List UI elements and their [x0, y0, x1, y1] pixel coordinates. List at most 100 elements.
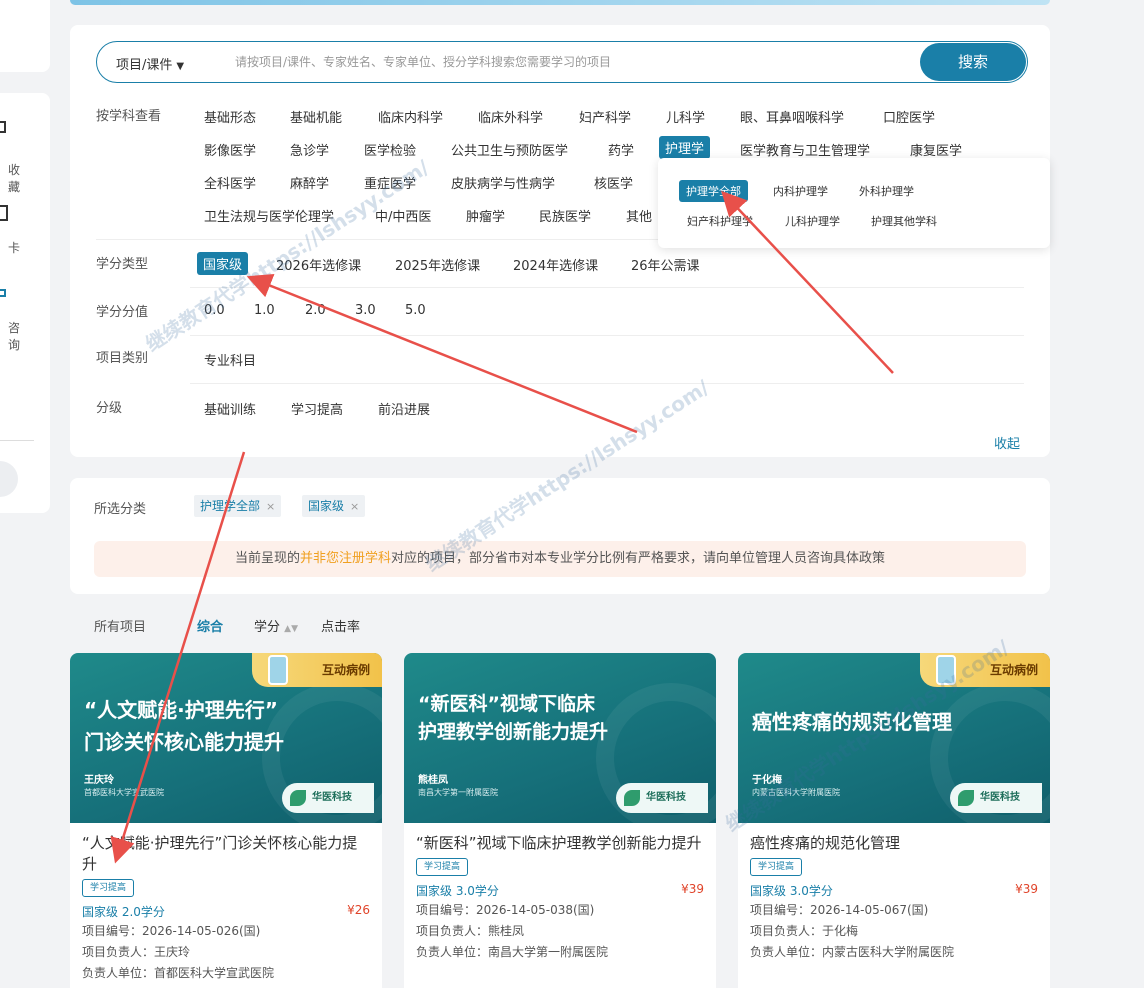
level-option[interactable]: 基础训练	[204, 399, 256, 418]
subject-option[interactable]: 急诊学	[290, 140, 329, 159]
subject-option[interactable]: 医学教育与卫生管理学	[740, 140, 870, 159]
subcategory-option[interactable]: 妇产科护理学	[687, 213, 753, 229]
subcategory-option[interactable]: 外科护理学	[859, 183, 914, 199]
search-bar: 项目/课件▼ 搜索	[96, 41, 1028, 83]
subject-option[interactable]: 核医学	[594, 173, 633, 192]
course-code: 项目编号：2026-14-05-067(国)	[750, 903, 929, 917]
subject-option[interactable]: 儿科学	[666, 107, 705, 126]
level-label: 分级	[96, 401, 123, 416]
cover-unit: 内蒙古医科大学附属医院	[752, 788, 840, 797]
subcategory-option-active[interactable]: 护理学全部	[679, 180, 748, 202]
course-title[interactable]: 癌性疼痛的规范化管理	[750, 833, 1038, 854]
course-title[interactable]: “人文赋能·护理先行”门诊关怀核心能力提升	[82, 833, 370, 875]
subject-option[interactable]: 全科医学	[204, 173, 256, 192]
project-category-option[interactable]: 专业科目	[204, 350, 256, 369]
credit-type-option[interactable]: 26年公需课	[631, 255, 700, 274]
course-unit: 负责人单位：内蒙古医科大学附属医院	[750, 945, 955, 959]
cover-title: 护理教学创新能力提升	[418, 721, 609, 743]
credit-value-option[interactable]: 1.0	[254, 303, 275, 318]
consult-link[interactable]: 咨询	[0, 319, 20, 353]
close-icon[interactable]: ×	[350, 500, 359, 513]
course-card[interactable]: “新医科”视域下临床 护理教学创新能力提升 熊桂凤 南昌大学第一附属医院 华医科…	[404, 653, 716, 988]
subject-option[interactable]: 康复医学	[910, 140, 962, 159]
credit-type-option[interactable]: 2024年选修课	[513, 255, 598, 274]
close-icon[interactable]: ×	[266, 500, 275, 513]
search-button[interactable]: 搜索	[920, 43, 1026, 81]
side-divider	[0, 440, 34, 441]
credit-type-option[interactable]: 2026年选修课	[276, 255, 361, 274]
chevron-icon[interactable]	[0, 121, 6, 133]
level-tag: 学习提高	[750, 858, 803, 876]
subject-option[interactable]: 其他	[626, 206, 652, 225]
credit-value-option[interactable]: 2.0	[305, 303, 326, 318]
subject-option[interactable]: 眼、耳鼻咽喉科学	[740, 107, 844, 126]
cover-expert: 于化梅	[752, 775, 782, 786]
top-banner	[70, 0, 1050, 5]
brand-logo: 华医科技	[616, 783, 708, 813]
search-input[interactable]	[235, 50, 875, 74]
course-cover-image: 互动病例 癌性疼痛的规范化管理 于化梅 内蒙古医科大学附属医院 华医科技	[738, 653, 1050, 823]
collapse-link[interactable]: 收起	[994, 433, 1020, 452]
course-cover-image: “新医科”视域下临床 护理教学创新能力提升 熊桂凤 南昌大学第一附属医院 华医科…	[404, 653, 716, 823]
sort-option[interactable]: 学分 ▲▼	[254, 616, 298, 635]
interactive-case-badge: 互动病例	[252, 653, 382, 687]
course-code: 项目编号：2026-14-05-038(国)	[416, 903, 595, 917]
project-category-label: 项目类别	[96, 351, 149, 366]
filter-divider	[190, 335, 1024, 336]
credit-value-option[interactable]: 5.0	[405, 303, 426, 318]
subcategory-option[interactable]: 内科护理学	[773, 183, 828, 199]
subject-option[interactable]: 临床外科学	[478, 107, 543, 126]
subject-option[interactable]: 公共卫生与预防医学	[451, 140, 568, 159]
chevron-down-icon: ▼	[176, 61, 185, 72]
subject-option[interactable]: 基础形态	[204, 107, 256, 126]
selected-tag[interactable]: 国家级 ×	[302, 495, 366, 517]
subject-option[interactable]: 药学	[608, 140, 634, 159]
filter-divider	[190, 383, 1024, 384]
subject-option[interactable]: 肿瘤学	[466, 206, 505, 225]
course-unit: 负责人单位：南昌大学第一附属医院	[416, 945, 609, 959]
credit-value-option[interactable]: 0.0	[204, 303, 225, 318]
leaf-icon	[624, 790, 640, 806]
course-card[interactable]: 互动病例 “人文赋能·护理先行” 门诊关怀核心能力提升 王庆玲 首都医科大学宣武…	[70, 653, 382, 988]
subject-option[interactable]: 临床内科学	[378, 107, 443, 126]
course-card[interactable]: 互动病例 癌性疼痛的规范化管理 于化梅 内蒙古医科大学附属医院 华医科技 癌性疼…	[738, 653, 1050, 988]
subject-option[interactable]: 妇产科学	[579, 107, 631, 126]
favorites-link[interactable]: 收藏	[0, 161, 20, 195]
consult-icon[interactable]	[0, 289, 6, 297]
subject-option[interactable]: 医学检验	[364, 140, 416, 159]
selected-tag[interactable]: 护理学全部 ×	[194, 495, 282, 517]
leaf-icon	[290, 790, 306, 806]
cover-unit: 南昌大学第一附属医院	[418, 788, 498, 797]
credit-type-option[interactable]: 2025年选修课	[395, 255, 480, 274]
subject-option[interactable]: 重症医学	[364, 173, 416, 192]
sort-option[interactable]: 点击率	[321, 616, 360, 635]
subject-option[interactable]: 民族医学	[539, 206, 591, 225]
sort-option-active[interactable]: 综合	[197, 616, 223, 635]
cover-unit: 首都医科大学宣武医院	[84, 788, 164, 797]
subject-option[interactable]: 口腔医学	[883, 107, 935, 126]
side-round-button[interactable]	[0, 461, 18, 497]
subject-option-active[interactable]: 护理学	[659, 136, 711, 159]
credit-type-option-active[interactable]: 国家级	[197, 252, 249, 275]
subject-option[interactable]: 皮肤病学与性病学	[451, 173, 555, 192]
card-icon[interactable]	[0, 205, 8, 221]
subcategory-option[interactable]: 儿科护理学	[785, 213, 840, 229]
level-option[interactable]: 学习提高	[291, 399, 343, 418]
course-price: ¥39	[681, 882, 704, 896]
level-option[interactable]: 前沿进展	[378, 399, 430, 418]
subject-option[interactable]: 中/中西医	[375, 206, 431, 225]
course-credit: 国家级 3.0学分	[750, 884, 833, 898]
subject-option[interactable]: 影像医学	[204, 140, 256, 159]
subject-option[interactable]: 卫生法规与医学伦理学	[204, 206, 334, 225]
search-type-select[interactable]: 项目/课件 ▼	[116, 54, 184, 73]
card-link[interactable]: 卡	[0, 239, 20, 256]
subject-option[interactable]: 麻醉学	[290, 173, 329, 192]
course-cover-image: 互动病例 “人文赋能·护理先行” 门诊关怀核心能力提升 王庆玲 首都医科大学宣武…	[70, 653, 382, 823]
subcategory-option[interactable]: 护理其他学科	[871, 213, 937, 229]
cover-expert: 熊桂凤	[418, 775, 448, 786]
course-title[interactable]: “新医科”视域下临床护理教学创新能力提升	[416, 833, 704, 854]
credit-value-option[interactable]: 3.0	[355, 303, 376, 318]
subject-option[interactable]: 基础机能	[290, 107, 342, 126]
course-credit: 国家级 2.0学分	[82, 905, 165, 919]
course-leader: 项目负责人：王庆玲	[82, 945, 191, 959]
